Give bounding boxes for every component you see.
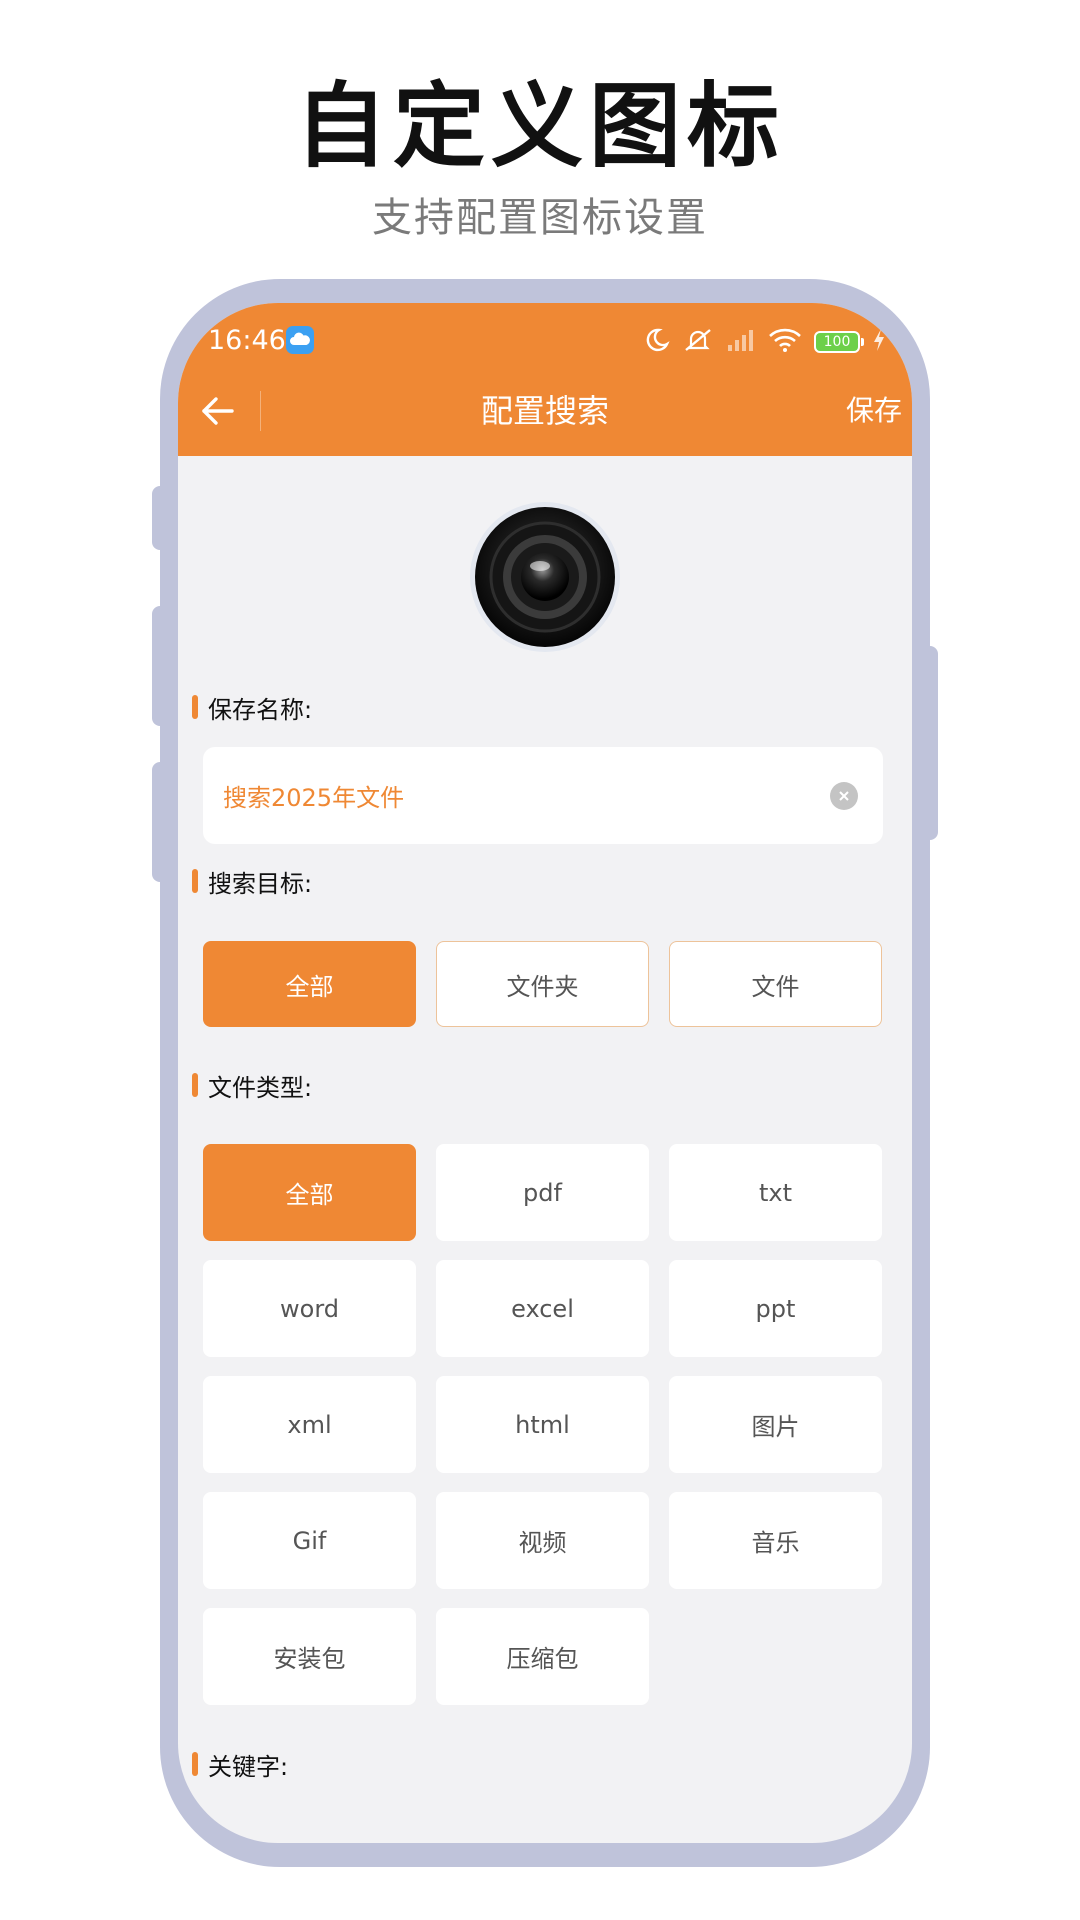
section-marker [192, 695, 198, 719]
file-type-pdf[interactable]: pdf [436, 1144, 649, 1241]
target-option-all[interactable]: 全部 [203, 941, 416, 1027]
signal-icon [726, 327, 756, 357]
custom-app-icon[interactable] [470, 502, 620, 652]
file-type-video[interactable]: 视频 [436, 1492, 649, 1589]
cloud-icon [286, 326, 314, 354]
search-target-label: 搜索目标: [192, 864, 312, 898]
app-bar: 16:46 100 配置搜索 保存 [178, 303, 912, 456]
save-name-field[interactable] [203, 747, 883, 844]
section-marker [192, 1752, 198, 1776]
promo-page: 自定义图标 支持配置图标设置 16:46 100 配置搜索 保存 保存名称: 搜… [0, 0, 1080, 1920]
status-icons: 100 [630, 325, 886, 359]
target-option-folder[interactable]: 文件夹 [436, 941, 649, 1027]
battery-icon: 100 [814, 331, 864, 353]
mute-icon [682, 326, 714, 358]
charging-icon [872, 328, 886, 356]
file-type-ppt[interactable]: ppt [669, 1260, 882, 1357]
keyword-label-text: 关键字: [208, 1752, 289, 1781]
section-marker [192, 869, 198, 893]
close-icon [839, 791, 849, 801]
file-type-html[interactable]: html [436, 1376, 649, 1473]
promo-title: 自定义图标 [294, 73, 785, 180]
moon-icon [642, 326, 670, 358]
file-type-label-text: 文件类型: [208, 1073, 313, 1102]
file-type-xml[interactable]: xml [203, 1376, 416, 1473]
phone-screen: 16:46 100 配置搜索 保存 保存名称: 搜索2025年文件 搜索目标: … [178, 303, 912, 1843]
speaker-icon [475, 507, 615, 647]
save-name-label: 保存名称: [192, 690, 312, 724]
file-type-music[interactable]: 音乐 [669, 1492, 882, 1589]
file-type-archive[interactable]: 压缩包 [436, 1608, 649, 1705]
file-type-label: 文件类型: [192, 1068, 312, 1102]
file-type-gif[interactable]: Gif [203, 1492, 416, 1589]
promo-subtitle: 支持配置图标设置 [372, 195, 708, 241]
file-type-excel[interactable]: excel [436, 1260, 649, 1357]
save-name-label-text: 保存名称: [208, 695, 313, 724]
save-name-input[interactable] [223, 747, 813, 844]
file-type-grid: 全部 pdf txt word excel ppt xml html 图片 Gi… [203, 1144, 887, 1705]
clear-button[interactable] [830, 782, 858, 810]
keyword-label: 关键字: [192, 1747, 288, 1781]
wifi-icon [768, 327, 802, 357]
file-type-all[interactable]: 全部 [203, 1144, 416, 1241]
file-type-txt[interactable]: txt [669, 1144, 882, 1241]
search-target-label-text: 搜索目标: [208, 869, 313, 898]
target-option-file[interactable]: 文件 [669, 941, 882, 1027]
section-marker [192, 1073, 198, 1097]
status-time: 16:46 [208, 325, 286, 356]
page-title: 配置搜索 [480, 392, 609, 430]
save-button[interactable]: 保存 [846, 383, 902, 439]
file-type-word[interactable]: word [203, 1260, 416, 1357]
file-type-image[interactable]: 图片 [669, 1376, 882, 1473]
file-type-apk[interactable]: 安装包 [203, 1608, 416, 1705]
